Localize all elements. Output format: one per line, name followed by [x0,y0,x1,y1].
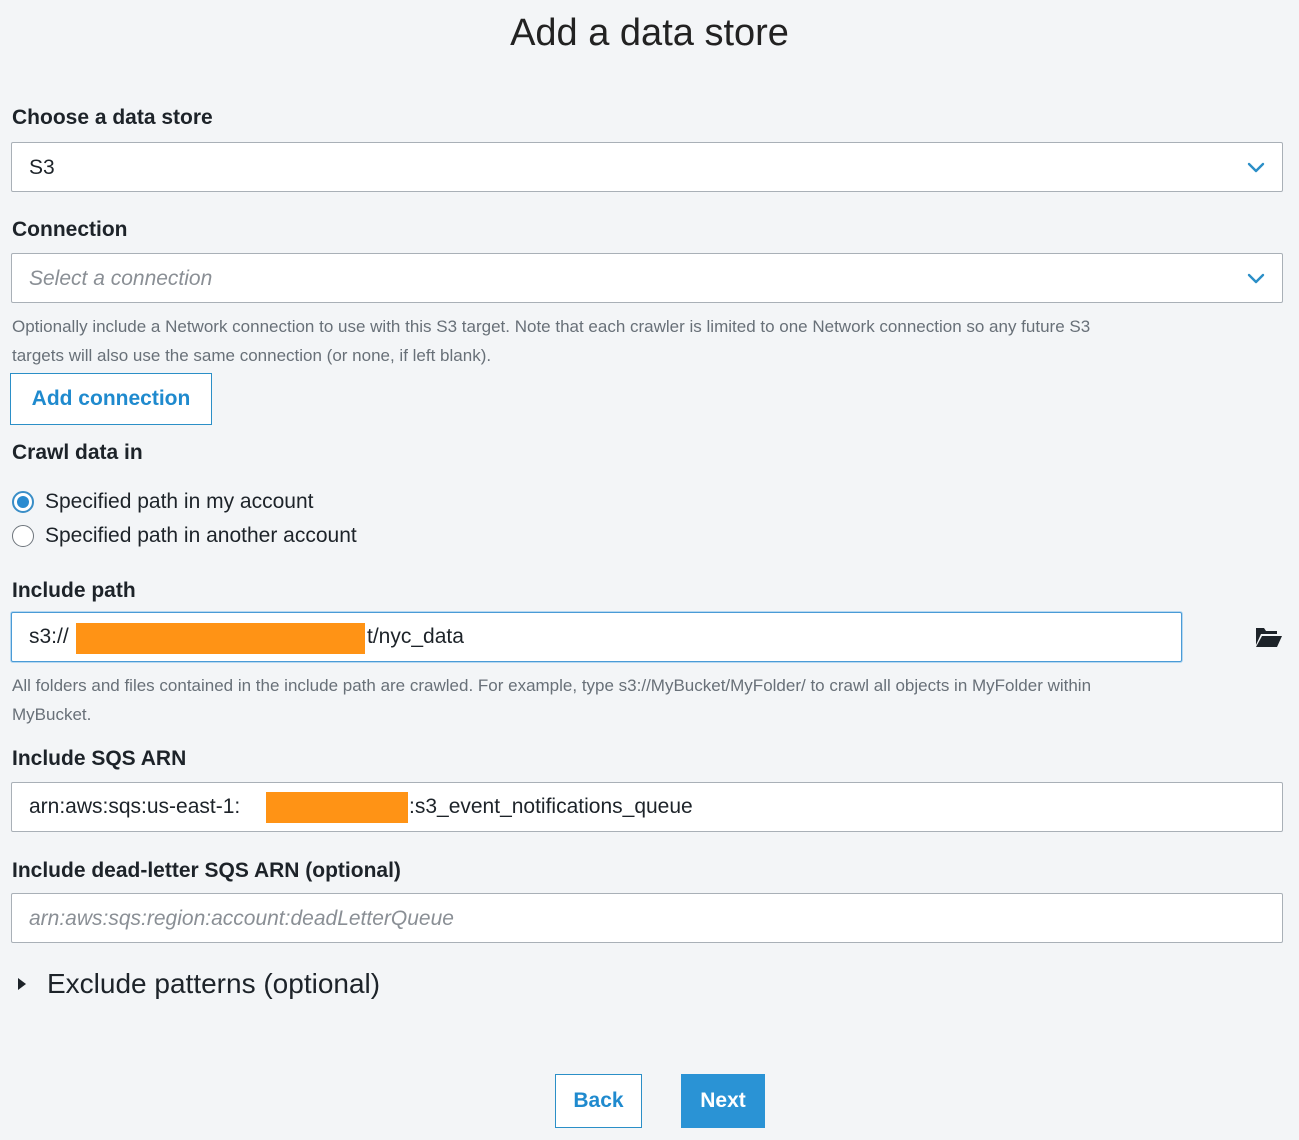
connection-label: Connection [12,218,128,241]
dead-letter-placeholder: arn:aws:sqs:region:account:deadLetterQue… [29,907,454,930]
exclude-patterns-label: Exclude patterns (optional) [47,968,381,999]
sqs-arn-suffix: :s3_event_notifications_queue [409,795,693,818]
connection-help-text: Optionally include a Network connection … [12,317,1091,365]
data-store-select[interactable]: S3 [11,142,1283,192]
add-connection-button[interactable]: Add connection [10,373,212,425]
redacted-block [266,792,408,823]
sqs-arn-prefix: arn:aws:sqs:us-east-1: [29,795,241,818]
caret-right-icon [18,978,26,990]
page-title: Add a data store [510,12,789,54]
include-path-suffix: t/nyc_data [367,625,464,648]
next-button[interactable]: Next [681,1074,765,1128]
dead-letter-label: Include dead-letter SQS ARN (optional) [12,859,401,882]
include-path-input[interactable]: s3:// t/nyc_data [11,612,1182,662]
connection-select[interactable]: Select a connection [11,253,1283,303]
radio-button-checked[interactable] [12,491,34,513]
radio-label: Specified path in another account [45,524,357,547]
chevron-down-icon [1247,273,1265,284]
radio-option-my-account[interactable]: Specified path in my account [12,488,314,516]
redacted-block [76,623,365,654]
crawl-data-label: Crawl data in [12,441,143,464]
radio-label: Specified path in my account [45,490,314,513]
sqs-arn-input[interactable]: arn:aws:sqs:us-east-1: :s3_event_notific… [11,782,1283,832]
include-path-help-text: All folders and files contained in the i… [12,676,1092,724]
include-path-label: Include path [12,579,136,602]
data-store-label: Choose a data store [12,106,213,129]
radio-option-another-account[interactable]: Specified path in another account [12,522,357,550]
back-button[interactable]: Back [555,1074,642,1128]
data-store-select-value: S3 [29,156,55,179]
radio-button-unchecked[interactable] [12,525,34,547]
sqs-arn-label: Include SQS ARN [12,747,187,770]
exclude-patterns-expander[interactable]: Exclude patterns (optional) [18,968,380,1000]
chevron-down-icon [1247,162,1265,173]
folder-open-icon[interactable] [1255,626,1283,648]
include-path-prefix: s3:// [29,625,69,648]
dead-letter-input[interactable]: arn:aws:sqs:region:account:deadLetterQue… [11,893,1283,943]
connection-select-placeholder: Select a connection [29,267,213,290]
